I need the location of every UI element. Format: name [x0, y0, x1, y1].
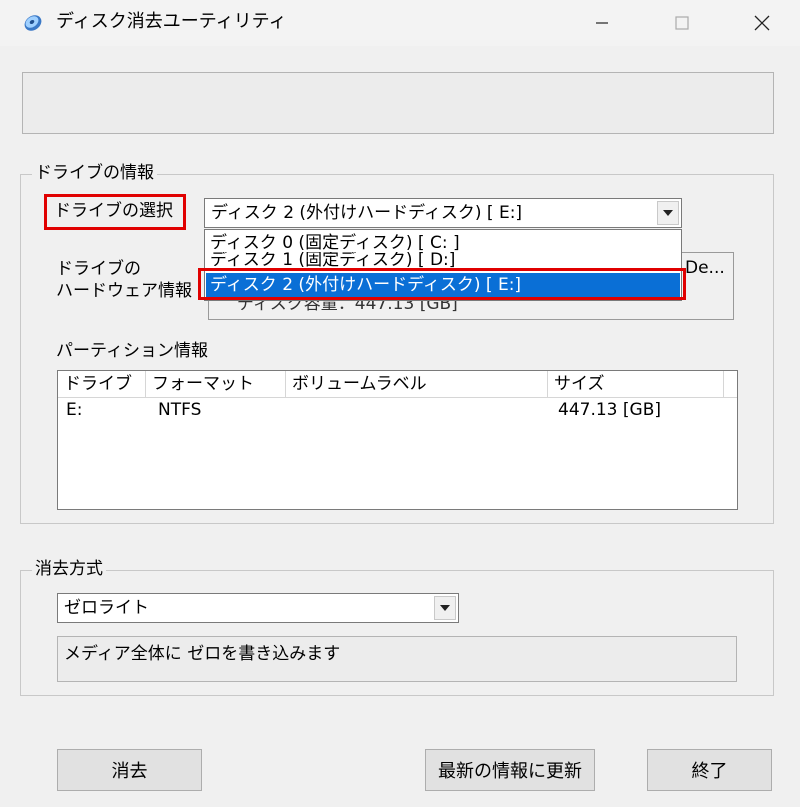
erase-method-combo[interactable]: ゼロライト	[57, 593, 459, 623]
cell-format: NTFS	[158, 400, 202, 420]
column-volume-label[interactable]: ボリュームラベル	[286, 371, 548, 398]
hardware-label-line2: ハードウェア情報	[56, 281, 192, 301]
hardware-label-line1: ドライブの	[56, 259, 141, 279]
exit-button-label: 終了	[691, 761, 728, 782]
drive-dropdown-button[interactable]	[657, 201, 679, 225]
drive-info-legend: ドライブの情報	[32, 162, 157, 184]
partition-list-header: ドライブ フォーマット ボリュームラベル サイズ	[58, 371, 737, 398]
refresh-button-label: 最新の情報に更新	[438, 761, 582, 782]
partition-label: パーティション情報	[56, 341, 208, 361]
close-button[interactable]	[732, 0, 792, 46]
hardware-info-fragment: De...	[685, 258, 725, 278]
erase-method-value: ゼロライト	[64, 598, 149, 618]
window-title: ディスク消去ユーティリティ	[56, 11, 287, 32]
selected-option-highlight	[198, 268, 686, 300]
drive-select-value: ディスク 2 (外付けハードディスク) [ E:]	[211, 203, 523, 223]
table-row[interactable]: E: NTFS 447.13 [GB]	[58, 399, 737, 423]
erase-method-description-box: メディア全体に ゼロを書き込みます	[57, 636, 737, 682]
drive-select-combo[interactable]: ディスク 2 (外付けハードディスク) [ E:]	[204, 198, 682, 228]
erase-method-description: メディア全体に ゼロを書き込みます	[64, 644, 341, 664]
minimize-icon	[596, 22, 608, 24]
close-icon	[754, 15, 770, 31]
partition-list[interactable]: ドライブ フォーマット ボリュームラベル サイズ E: NTFS 447.13 …	[57, 370, 738, 510]
cell-size: 447.13 [GB]	[558, 400, 661, 420]
erase-button[interactable]: 消去	[57, 749, 202, 791]
cell-drive: E:	[66, 400, 83, 420]
minimize-button[interactable]	[572, 0, 632, 46]
erase-method-legend: 消去方式	[32, 558, 106, 580]
title-bar: ディスク消去ユーティリティ	[0, 0, 800, 46]
exit-button[interactable]: 終了	[647, 749, 772, 791]
chevron-down-icon	[663, 210, 673, 216]
drive-option-0[interactable]: ディスク 0 (固定ディスク) [ C: ]	[206, 232, 680, 254]
chevron-down-icon	[440, 605, 450, 611]
maximize-button[interactable]	[652, 0, 712, 46]
erase-method-dropdown-button[interactable]	[434, 596, 456, 620]
drive-select-label: ドライブの選択	[54, 201, 173, 221]
column-format[interactable]: フォーマット	[146, 371, 286, 398]
erase-button-label: 消去	[111, 761, 148, 782]
disk-app-icon	[22, 11, 44, 33]
refresh-button[interactable]: 最新の情報に更新	[425, 749, 595, 791]
column-drive[interactable]: ドライブ	[58, 371, 146, 398]
message-box	[22, 72, 774, 134]
drive-option-1[interactable]: ディスク 1 (固定ディスク) [ D:]	[206, 252, 680, 268]
maximize-icon	[675, 16, 689, 30]
column-size[interactable]: サイズ	[548, 371, 724, 398]
